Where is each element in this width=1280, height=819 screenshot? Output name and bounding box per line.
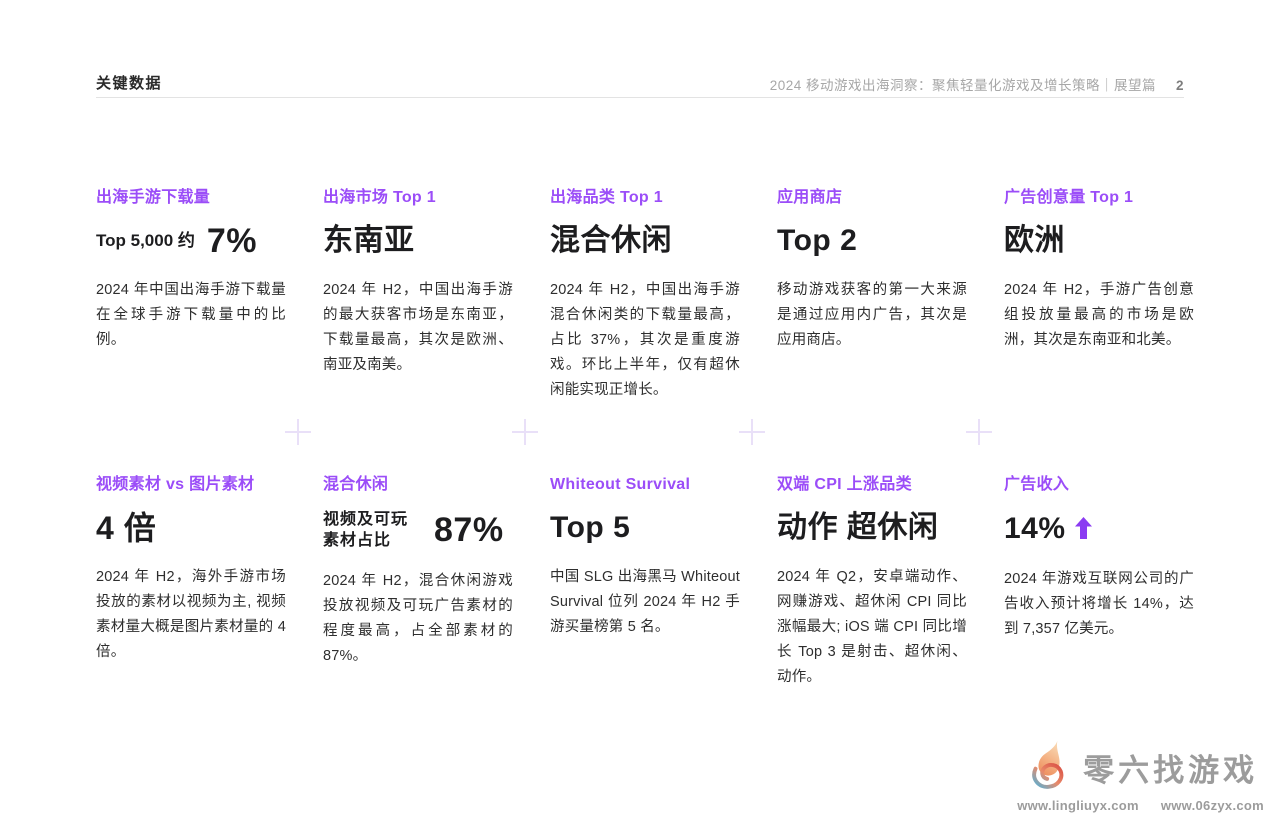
value-prefix: 视频及可玩 素材占比 (323, 509, 408, 551)
value-number: 14% (1004, 510, 1066, 548)
card-body: 2024 年游戏互联网公司的广告收入预计将增长 14%，达到 7,357 亿美元… (1004, 567, 1194, 642)
plus-mark-icon (285, 419, 311, 445)
value-number: 87% (434, 511, 504, 549)
watermark-url-1: www.lingliuyx.com (1017, 798, 1139, 813)
card-label: Whiteout Survival (550, 475, 740, 495)
stat-card-whiteout-survival: Whiteout Survival Top 5 中国 SLG 出海黑马 Whit… (550, 475, 740, 690)
card-body: 2024 年 H2，混合休闲游戏投放视频及可玩广告素材的程度最高，占全部素材的 … (323, 569, 513, 669)
card-value: 欧洲 (1004, 222, 1194, 260)
card-body: 2024 年 H2，海外手游市场投放的素材以视频为主, 视频素材量大概是图片素材… (96, 565, 286, 665)
stat-card-video-vs-image: 视频素材 vs 图片素材 4 倍 2024 年 H2，海外手游市场投放的素材以视… (96, 475, 286, 690)
stat-card-downloads: 出海手游下载量 Top 5,000 约 7% 2024 年中国出海手游下载量在全… (96, 188, 286, 475)
stat-card-ad-creatives: 广告创意量 Top 1 欧洲 2024 年 H2，手游广告创意组投放量最高的市场… (1004, 188, 1194, 475)
card-body: 中国 SLG 出海黑马 Whiteout Survival 位列 2024 年 … (550, 565, 740, 640)
up-arrow-icon (1075, 511, 1092, 549)
value-prefix-line1: 视频及可玩 (323, 511, 408, 528)
stat-card-ad-revenue: 广告收入 14% 2024 年游戏互联网公司的广告收入预计将增长 14%，达到 … (1004, 475, 1194, 690)
card-body: 2024 年 H2，手游广告创意组投放量最高的市场是欧洲，其次是东南亚和北美。 (1004, 278, 1194, 353)
watermark-urls: www.lingliuyx.com www.06zyx.com (1017, 798, 1264, 813)
page-title: 关键数据 (96, 72, 162, 93)
card-body: 2024 年 H2，中国出海手游的最大获客市场是东南亚，下载量最高，其次是欧洲、… (323, 278, 513, 378)
card-body: 2024 年 H2，中国出海手游混合休闲类的下载量最高，占比 37%，其次是重度… (550, 278, 740, 403)
stat-card-app-store: 应用商店 Top 2 移动游戏获客的第一大来源是通过应用内广告，其次是应用商店。 (777, 188, 967, 475)
plus-mark-icon (512, 419, 538, 445)
card-value: 动作 超休闲 (777, 509, 967, 547)
stat-card-top-market: 出海市场 Top 1 东南亚 2024 年 H2，中国出海手游的最大获客市场是东… (323, 188, 513, 475)
watermark-url-2: www.06zyx.com (1161, 798, 1264, 813)
card-label: 出海市场 Top 1 (323, 188, 513, 208)
stat-card-top-genre: 出海品类 Top 1 混合休闲 2024 年 H2，中国出海手游混合休闲类的下载… (550, 188, 740, 475)
value-prefix: Top 5,000 约 (96, 222, 195, 260)
plus-mark-icon (966, 419, 992, 445)
card-label: 出海手游下载量 (96, 188, 286, 208)
card-label: 广告收入 (1004, 475, 1194, 495)
card-label: 出海品类 Top 1 (550, 188, 740, 208)
card-value: Top 2 (777, 222, 967, 260)
card-value: Top 5 (550, 509, 740, 547)
stat-card-cpi-genres: 双端 CPI 上涨品类 动作 超休闲 2024 年 Q2，安卓端动作、网赚游戏、… (777, 475, 967, 690)
report-header: 2024 移动游戏出海洞察：聚焦轻量化游戏及增长策略｜展望篇 2 (770, 74, 1184, 94)
value-prefix-line2: 素材占比 (323, 532, 391, 549)
card-value: 4 倍 (96, 509, 286, 547)
card-value: 视频及可玩 素材占比 87% (323, 509, 513, 551)
watermark-top-row: 零六找游戏 (1023, 739, 1258, 796)
value-number: 7% (207, 222, 257, 260)
report-title: 2024 移动游戏出海洞察：聚焦轻量化游戏及增长策略｜展望篇 (770, 74, 1156, 94)
card-value: 东南亚 (323, 222, 513, 260)
watermark: 零六找游戏 www.lingliuyx.com www.06zyx.com (1017, 739, 1264, 813)
card-value: 14% (1004, 509, 1194, 549)
plus-mark-icon (739, 419, 765, 445)
card-value: Top 5,000 约 7% (96, 222, 286, 260)
stat-cards-grid: 出海手游下载量 Top 5,000 约 7% 2024 年中国出海手游下载量在全… (96, 188, 1194, 690)
card-body: 2024 年中国出海手游下载量在全球手游下载量中的比例。 (96, 278, 286, 353)
card-value: 混合休闲 (550, 222, 740, 260)
card-body: 移动游戏获客的第一大来源是通过应用内广告，其次是应用商店。 (777, 278, 967, 353)
card-label: 广告创意量 Top 1 (1004, 188, 1194, 208)
watermark-brand-name: 零六找游戏 (1083, 745, 1258, 790)
stat-card-hybrid-casual-materials: 混合休闲 视频及可玩 素材占比 87% 2024 年 H2，混合休闲游戏投放视频… (323, 475, 513, 690)
card-body: 2024 年 Q2，安卓端动作、网赚游戏、超休闲 CPI 同比涨幅最大; iOS… (777, 565, 967, 690)
card-label: 混合休闲 (323, 475, 513, 495)
header-divider (96, 97, 1184, 98)
card-label: 视频素材 vs 图片素材 (96, 475, 286, 495)
report-page: 关键数据 2024 移动游戏出海洞察：聚焦轻量化游戏及增长策略｜展望篇 2 出海… (0, 0, 1280, 819)
card-label: 应用商店 (777, 188, 967, 208)
card-label: 双端 CPI 上涨品类 (777, 475, 967, 495)
page-number: 2 (1176, 78, 1184, 93)
brand-logo-icon (1023, 739, 1075, 796)
